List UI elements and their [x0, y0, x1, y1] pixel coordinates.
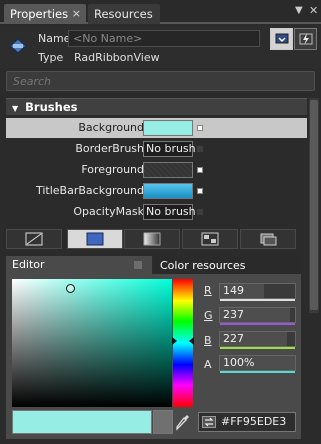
tab-properties[interactable]: Properties ×	[4, 4, 86, 24]
no-brush-icon	[25, 232, 43, 246]
no-brush-button[interactable]	[6, 229, 62, 249]
current-color-preview	[12, 410, 152, 434]
hex-value: #FF95EDE3	[221, 415, 287, 428]
hue-slider-thumb[interactable]	[172, 337, 194, 345]
resource-brush-button[interactable]	[240, 229, 296, 249]
brush-label: TitleBarBackground	[35, 184, 144, 197]
brush-row-titlebarbackground[interactable]: TitleBarBackground	[6, 181, 307, 201]
section-title: Brushes	[25, 100, 78, 114]
channel-a-bar	[220, 371, 295, 373]
channel-r-label: R	[204, 284, 212, 297]
type-label: Type	[38, 51, 64, 64]
hex-color-input[interactable]: #FF95EDE3	[198, 412, 296, 432]
channel-g-bar	[220, 323, 295, 325]
tile-brush-button[interactable]	[182, 229, 238, 249]
channel-a-input[interactable]: 100%	[219, 355, 296, 373]
channel-g-value: 237	[223, 308, 244, 321]
editor-tab-square-icon[interactable]	[134, 261, 142, 269]
advanced-options-marker[interactable]	[197, 188, 203, 194]
gradient-brush-icon	[143, 232, 161, 246]
saturation-value-picker[interactable]	[12, 279, 172, 407]
advanced-options-marker[interactable]	[197, 167, 203, 173]
scrollbar-thumb[interactable]	[310, 100, 318, 310]
brush-label: Foreground	[81, 163, 144, 176]
eyedropper-icon[interactable]	[175, 413, 191, 431]
brush-row-foreground[interactable]: Foreground	[6, 160, 307, 180]
solid-brush-button[interactable]	[67, 229, 123, 249]
name-field[interactable]: <No Name>	[68, 30, 260, 47]
brush-swatch[interactable]	[143, 162, 193, 178]
channel-b-value: 227	[223, 332, 244, 345]
tab-editor[interactable]: Editor	[6, 256, 152, 274]
tile-brush-icon	[201, 232, 219, 246]
brush-swatch[interactable]	[143, 183, 193, 199]
brush-swatch[interactable]	[143, 120, 193, 136]
channel-a-value: 100%	[223, 356, 255, 369]
name-label: Name	[38, 32, 71, 45]
advanced-options-marker[interactable]	[197, 146, 203, 152]
advanced-options-marker[interactable]	[197, 125, 203, 131]
brush-row-opacitymask[interactable]: OpacityMask No brush	[6, 202, 307, 222]
original-color-preview	[153, 410, 173, 434]
gradient-brush-button[interactable]	[124, 229, 180, 249]
brush-label: OpacityMask	[73, 205, 144, 218]
events-view-button[interactable]	[294, 28, 317, 50]
channel-r-bar	[220, 299, 295, 301]
properties-view-button[interactable]	[270, 28, 293, 50]
channel-b-bar	[220, 347, 295, 349]
channel-b-input[interactable]: 227	[219, 331, 296, 349]
object-type-icon	[9, 38, 27, 54]
brush-label: BorderBrush	[75, 142, 144, 155]
pin-icon[interactable]: ▼	[295, 5, 303, 16]
color-format-toggle-icon[interactable]	[202, 416, 216, 428]
collapse-arrow-icon[interactable]: ▼	[12, 104, 18, 113]
tab-color-resources[interactable]: Color resources	[154, 257, 300, 274]
channel-g-label: G	[204, 309, 213, 322]
channel-b-label: B	[204, 334, 212, 347]
properties-icon	[275, 33, 288, 44]
brush-swatch[interactable]: No brush	[143, 204, 196, 220]
tab-resources[interactable]: Resources	[88, 4, 160, 24]
brush-swatch[interactable]: No brush	[143, 141, 196, 157]
tab-properties-label: Properties	[10, 7, 69, 21]
brush-row-borderbrush[interactable]: BorderBrush No brush	[6, 139, 307, 159]
solid-brush-icon	[86, 232, 104, 246]
tab-resources-label: Resources	[94, 7, 153, 21]
saturation-value-thumb[interactable]	[66, 284, 75, 293]
search-input[interactable]	[7, 72, 314, 90]
channel-g-input[interactable]: 237	[219, 307, 296, 325]
close-icon[interactable]: ×	[72, 4, 81, 24]
resource-brush-icon	[260, 233, 277, 246]
lightning-icon	[299, 33, 312, 45]
tab-editor-label: Editor	[12, 258, 45, 271]
brush-label: Background	[78, 121, 144, 134]
channel-r-value: 149	[223, 284, 244, 297]
type-value: RadRibbonView	[74, 51, 160, 64]
brush-row-background[interactable]: Background	[6, 118, 307, 138]
advanced-options-marker[interactable]	[197, 209, 203, 215]
close-window-icon[interactable]: ✕	[309, 4, 318, 17]
channel-r-input[interactable]: 149	[219, 283, 296, 301]
search-box[interactable]	[6, 71, 315, 91]
brushes-section-header[interactable]: ▼ Brushes	[6, 98, 307, 115]
channel-a-label: A	[204, 358, 212, 371]
tab-color-resources-label: Color resources	[160, 259, 246, 272]
